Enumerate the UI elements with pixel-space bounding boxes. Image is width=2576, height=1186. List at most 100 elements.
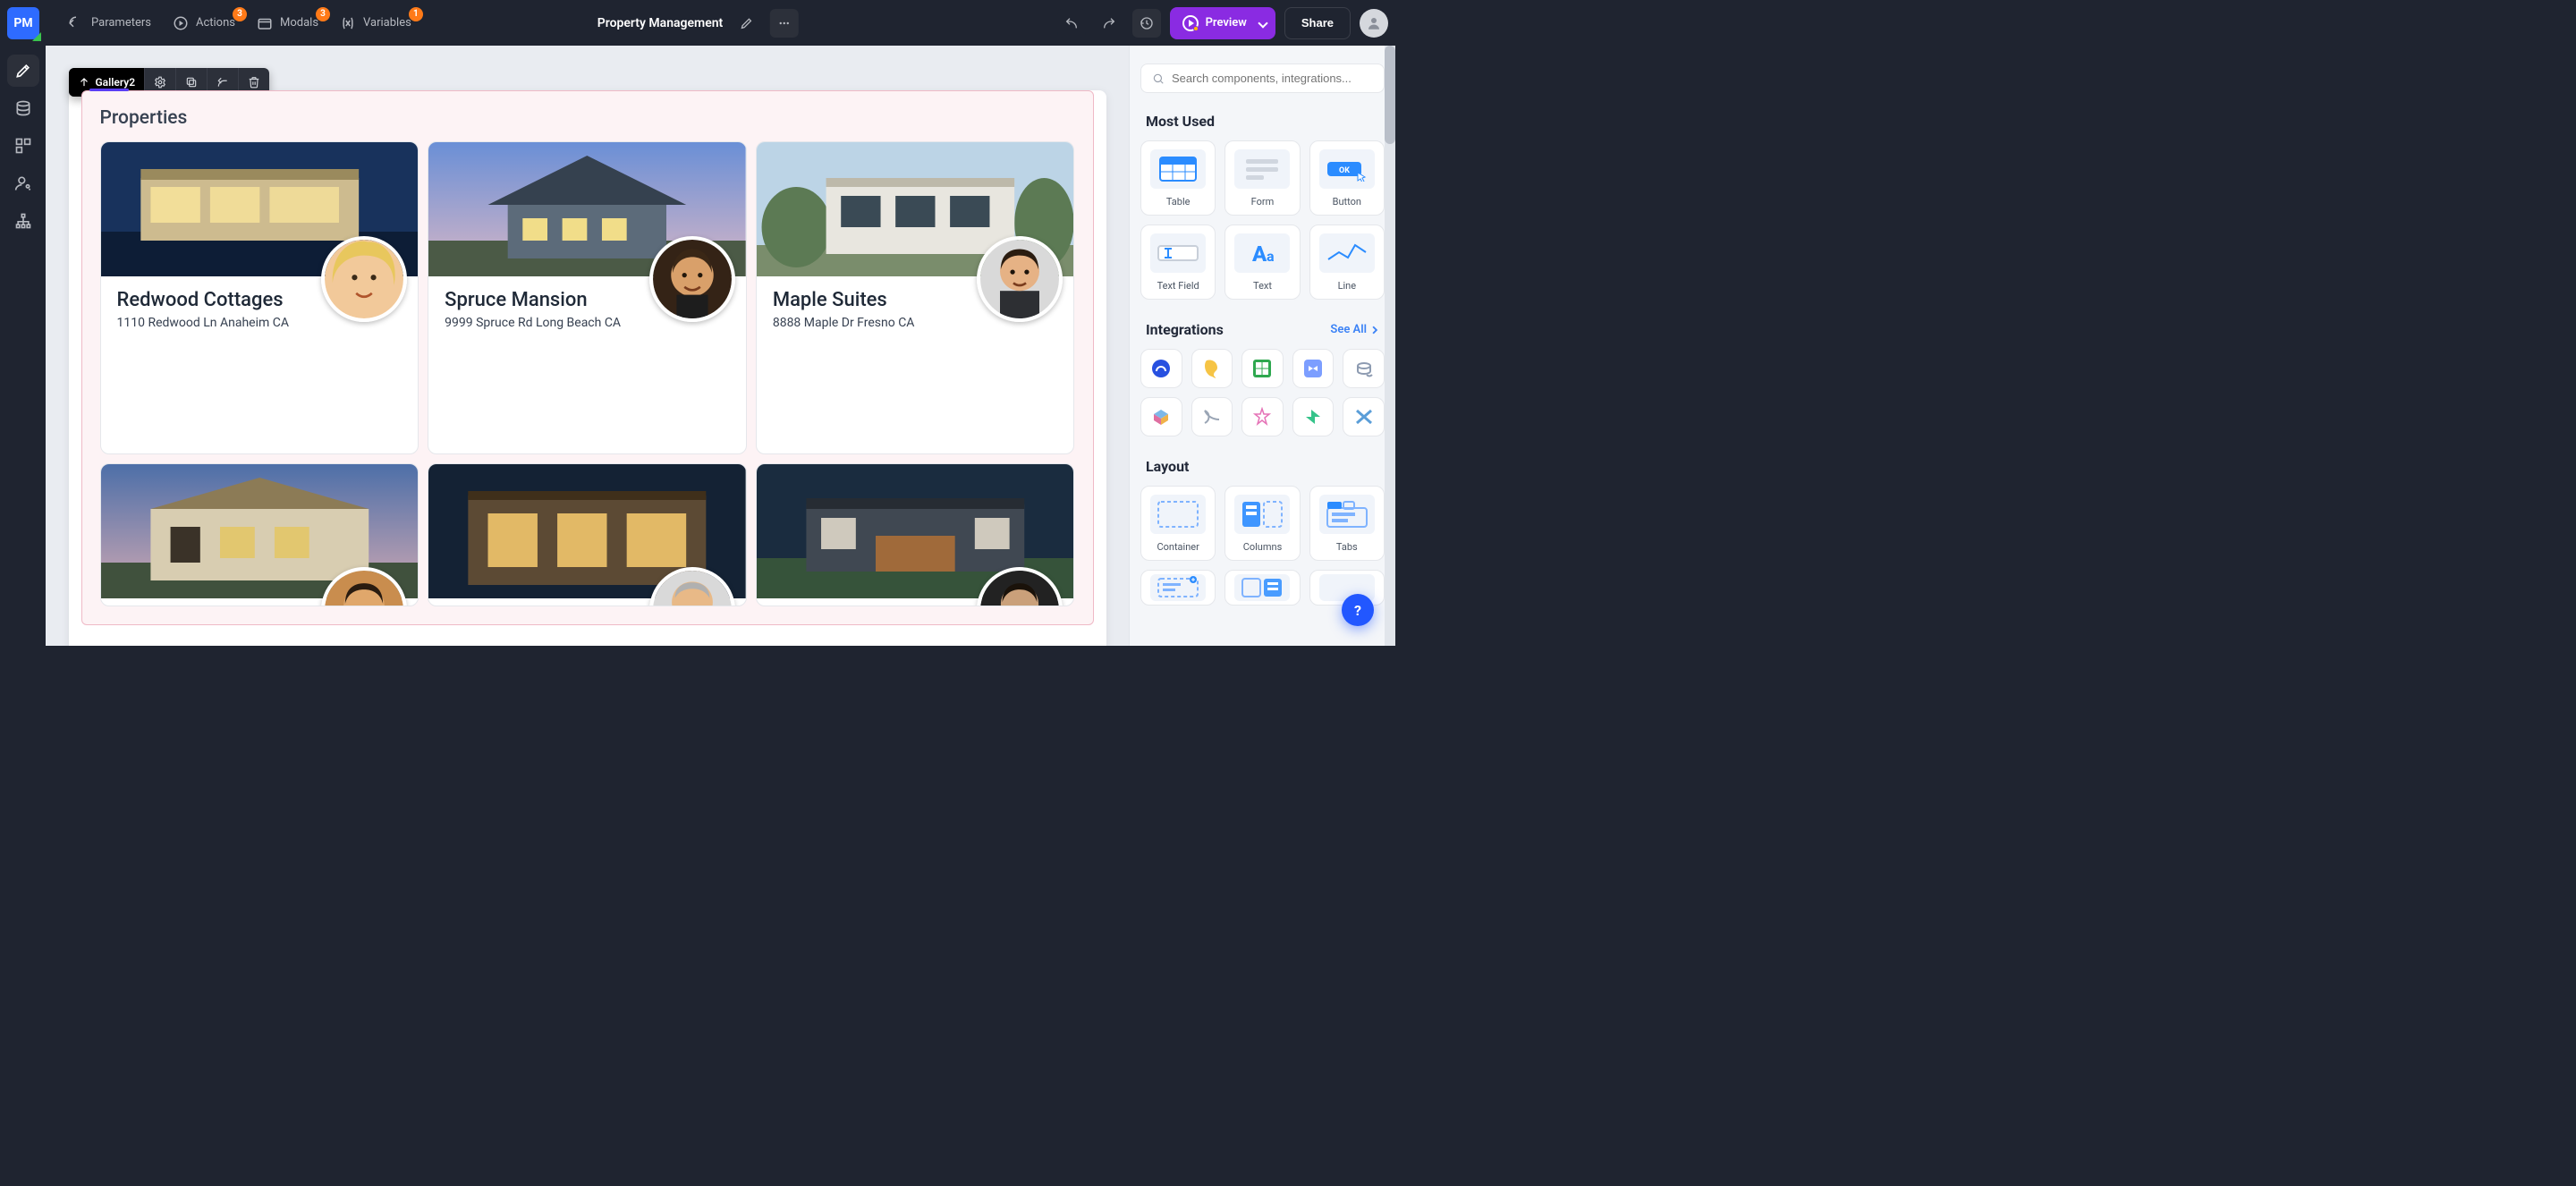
integration-item[interactable]: [1191, 397, 1233, 436]
component-line[interactable]: Line: [1309, 224, 1385, 300]
text-icon: Aa: [1234, 233, 1290, 273]
redo-button[interactable]: [1095, 9, 1123, 38]
integration-item[interactable]: [1292, 397, 1335, 436]
more-menu-button[interactable]: [769, 9, 798, 38]
integration-item[interactable]: [1343, 397, 1385, 436]
share-label: Share: [1301, 16, 1334, 30]
variables-badge: 1: [409, 7, 423, 21]
integration-icon: [1252, 407, 1272, 427]
chevron-down-icon: [1258, 18, 1267, 28]
line-icon: [1319, 233, 1375, 273]
canvas: Gallery2 Properties: [69, 90, 1106, 646]
more-icon: [776, 16, 791, 30]
users-icon: [14, 174, 32, 192]
actions-button[interactable]: Actions 3: [164, 10, 244, 37]
gallery-card[interactable]: Redwood Cottages 1110 Redwood Ln Anaheim…: [100, 141, 419, 454]
integration-item[interactable]: [1343, 349, 1385, 388]
integration-icon: [1202, 407, 1222, 427]
integration-item[interactable]: [1292, 349, 1335, 388]
integration-item[interactable]: [1241, 397, 1284, 436]
undo-button[interactable]: [1057, 9, 1086, 38]
database-icon: [14, 99, 32, 117]
integration-item[interactable]: [1140, 397, 1182, 436]
tree-icon: [14, 212, 32, 230]
gear-icon: [154, 76, 166, 89]
parameters-label: Parameters: [91, 16, 151, 30]
rail-data[interactable]: [7, 92, 39, 124]
layout-icon: [14, 137, 32, 155]
component-text[interactable]: Aa Text: [1224, 224, 1300, 300]
agent-avatar: [977, 236, 1063, 322]
canvas-area[interactable]: Gallery2 Properties: [46, 46, 1129, 646]
rail-layout[interactable]: [7, 130, 39, 162]
integration-item[interactable]: [1191, 349, 1233, 388]
modals-button[interactable]: Modals 3: [248, 10, 327, 37]
actions-label: Actions: [196, 16, 235, 30]
duplicate-icon: [185, 76, 198, 89]
component-button[interactable]: OK Button: [1309, 140, 1385, 216]
variables-button[interactable]: Variables 1: [331, 10, 420, 37]
component-columns-label: Columns: [1243, 541, 1283, 553]
workspace: Gallery2 Properties: [46, 46, 1395, 646]
integration-icon: [1203, 359, 1221, 378]
integration-item[interactable]: [1140, 349, 1182, 388]
component-tabs-label: Tabs: [1336, 541, 1358, 553]
modals-label: Modals: [280, 16, 318, 30]
user-avatar-button[interactable]: [1360, 9, 1388, 38]
svg-text:OK: OK: [1339, 166, 1350, 175]
integration-icon: [1151, 359, 1171, 378]
app-logo-text: PM: [13, 16, 32, 30]
component-textfield-label: Text Field: [1157, 280, 1199, 292]
agent-avatar: [649, 236, 735, 322]
integration-icon: [1152, 408, 1170, 426]
rail-tree[interactable]: [7, 205, 39, 237]
component-textfield[interactable]: Text Field: [1140, 224, 1216, 300]
component-item[interactable]: [1224, 570, 1300, 606]
integrations-heading: Integrations: [1146, 321, 1224, 338]
help-button[interactable]: ?: [1342, 594, 1374, 626]
integration-item[interactable]: [1241, 349, 1284, 388]
search-icon: [1152, 72, 1165, 85]
component-container[interactable]: Container: [1140, 486, 1216, 561]
gallery-card[interactable]: [100, 463, 419, 606]
component-form[interactable]: Form: [1224, 140, 1300, 216]
component-table-label: Table: [1166, 196, 1191, 208]
share-button[interactable]: Share: [1284, 7, 1351, 39]
gallery-card[interactable]: Spruce Mansion 9999 Spruce Rd Long Beach…: [428, 141, 747, 454]
design-icon: [14, 62, 32, 80]
right-panel: Most Used Table Form OK Button Text Fiel…: [1129, 46, 1395, 646]
most-used-grid: Table Form OK Button Text Field Aa Text …: [1140, 140, 1385, 300]
gallery-component[interactable]: Properties Redwood Cottages 1110 Redwood…: [81, 90, 1094, 625]
app-logo[interactable]: PM: [7, 7, 39, 39]
component-item[interactable]: [1140, 570, 1216, 606]
component-table[interactable]: Table: [1140, 140, 1216, 216]
scrollbar[interactable]: [1385, 46, 1395, 646]
component-columns[interactable]: Columns: [1224, 486, 1300, 561]
component-search[interactable]: [1140, 64, 1385, 93]
textfield-icon: [1150, 233, 1206, 273]
property-address: 8888 Maple Dr Fresno CA: [773, 315, 952, 333]
integration-icon: [1354, 359, 1374, 378]
variables-icon: [340, 15, 356, 31]
modals-icon: [257, 15, 273, 31]
component-line-label: Line: [1338, 280, 1357, 292]
see-all-label: See All: [1330, 323, 1367, 336]
history-button[interactable]: [1132, 9, 1161, 38]
svg-text:a: a: [1267, 248, 1275, 265]
component-search-input[interactable]: [1172, 72, 1373, 85]
see-all-link[interactable]: See All: [1330, 323, 1379, 336]
scrollbar-thumb[interactable]: [1385, 46, 1395, 144]
undo-icon: [1064, 16, 1079, 30]
gallery-card[interactable]: [756, 463, 1075, 606]
edit-title-button[interactable]: [732, 9, 760, 38]
play-icon: [1182, 15, 1199, 31]
component-container-label: Container: [1157, 541, 1199, 553]
parameters-button[interactable]: Parameters: [59, 10, 160, 37]
property-address: 1110 Redwood Ln Anaheim CA: [117, 315, 296, 333]
gallery-card[interactable]: Maple Suites 8888 Maple Dr Fresno CA: [756, 141, 1075, 454]
gallery-card[interactable]: [428, 463, 747, 606]
rail-design[interactable]: [7, 55, 39, 87]
preview-button[interactable]: Preview: [1170, 7, 1275, 39]
rail-users[interactable]: [7, 167, 39, 199]
component-tabs[interactable]: Tabs: [1309, 486, 1385, 561]
